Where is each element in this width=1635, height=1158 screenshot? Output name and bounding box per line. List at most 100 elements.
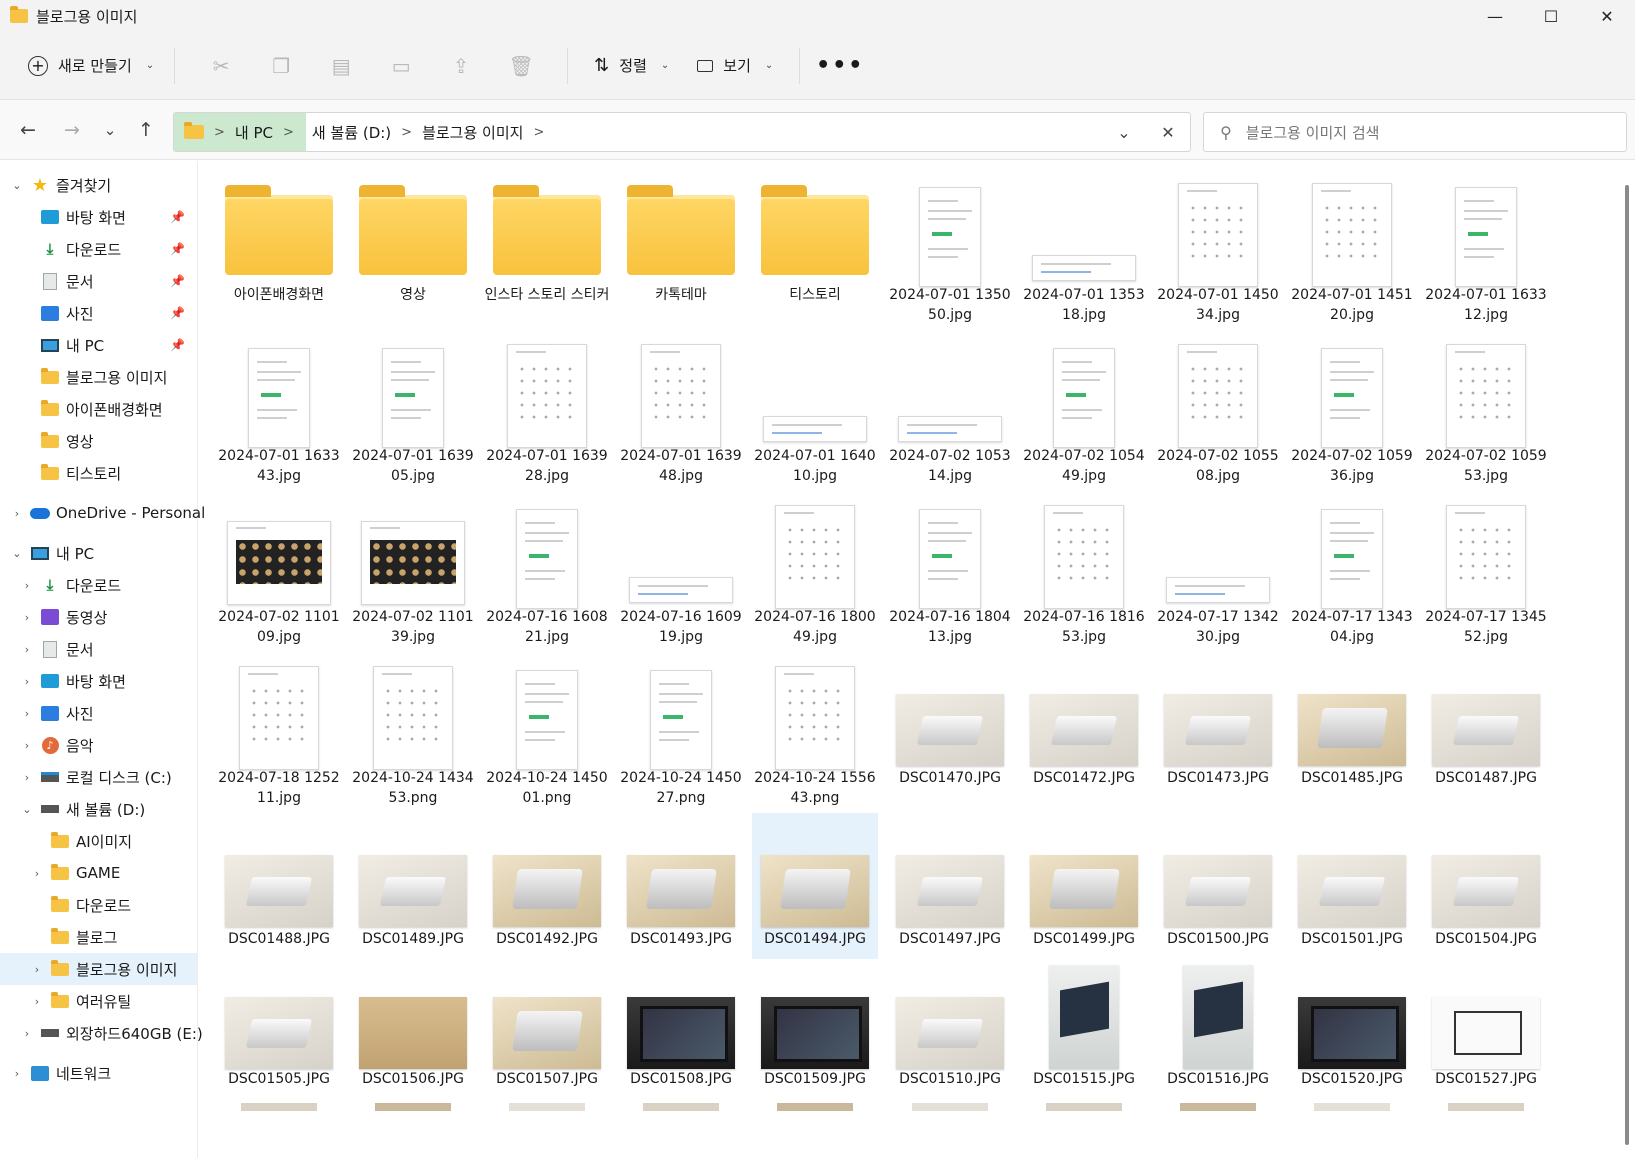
nav-quick-item[interactable]: ⤓ 다운로드 📌 [0, 233, 197, 265]
nav-d-item[interactable]: › 블로그용 이미지 [0, 953, 197, 985]
breadcrumb-current-folder[interactable]: 블로그용 이미지 [422, 122, 523, 143]
chevron-right-icon[interactable]: › [20, 739, 34, 752]
chevron-right-icon[interactable]: › [10, 1067, 24, 1080]
photo-thumbnail[interactable] [509, 1103, 585, 1111]
breadcrumb-this-pc[interactable]: 내 PC [235, 122, 273, 143]
minimize-button[interactable]: — [1467, 0, 1523, 32]
chevron-right-icon[interactable]: › [30, 963, 44, 976]
chevron-right-icon[interactable]: › [20, 579, 34, 592]
search-input[interactable]: ⚲ 블로그용 이미지 검색 [1203, 112, 1627, 152]
file-item[interactable]: DSC01489.JPG [350, 813, 476, 959]
chevron-right-icon[interactable]: › [10, 507, 24, 520]
photo-thumbnail[interactable] [1314, 1103, 1390, 1111]
nav-quick-item[interactable]: 내 PC 📌 [0, 329, 197, 361]
chevron-right-icon[interactable]: › [20, 771, 34, 784]
maximize-button[interactable]: ☐ [1523, 0, 1579, 32]
scrollbar[interactable] [1619, 161, 1635, 1158]
file-item[interactable]: 2024-07-18 1252 11.jpg [216, 652, 342, 806]
nav-onedrive[interactable]: › OneDrive - Personal [0, 497, 205, 529]
nav-pc-item[interactable]: › 사진 [0, 697, 197, 729]
forward-button[interactable]: → [56, 114, 88, 146]
sort-button[interactable]: ⇅ 정렬 ⌄ [584, 46, 679, 86]
file-item[interactable]: 2024-07-01 1633 12.jpg [1423, 169, 1549, 323]
chevron-right-icon[interactable]: › [30, 867, 44, 880]
view-button[interactable]: 보기 ⌄ [687, 46, 783, 86]
folder-item[interactable]: 아이폰배경화면 [216, 169, 342, 315]
nav-pc-item[interactable]: › ⤓ 다운로드 [0, 569, 197, 601]
file-item[interactable]: 2024-07-16 1800 49.jpg [752, 491, 878, 645]
file-item[interactable]: DSC01508.JPG [618, 955, 744, 1087]
nav-network[interactable]: › 네트워크 [0, 1057, 197, 1089]
share-button[interactable]: ⇪ [431, 46, 491, 86]
file-item[interactable]: 2024-07-02 1053 14.jpg [887, 330, 1013, 484]
photo-thumbnail[interactable] [241, 1103, 317, 1111]
nav-quick-item[interactable]: 바탕 화면 📌 [0, 201, 197, 233]
new-button[interactable]: + 새로 만들기 ⌄ [24, 46, 158, 86]
photo-thumbnail[interactable] [643, 1103, 719, 1111]
folder-item[interactable]: 영상 [350, 169, 476, 315]
file-item[interactable]: 2024-07-01 1640 10.jpg [752, 330, 878, 484]
rename-button[interactable]: ▭ [371, 46, 431, 86]
file-item[interactable]: DSC01493.JPG [618, 813, 744, 959]
photo-thumbnail[interactable] [777, 1103, 853, 1111]
nav-quick-item[interactable]: 블로그용 이미지 [0, 361, 197, 393]
file-item[interactable]: DSC01515.JPG [1021, 955, 1147, 1087]
file-item[interactable]: DSC01501.JPG [1289, 813, 1415, 959]
file-item[interactable]: 2024-07-02 1059 36.jpg [1289, 330, 1415, 484]
file-item[interactable]: DSC01472.JPG [1021, 652, 1147, 798]
file-item[interactable]: 2024-10-24 1434 53.png [350, 652, 476, 806]
nav-this-pc[interactable]: ⌄ 내 PC [0, 537, 197, 569]
nav-pc-item[interactable]: › 바탕 화면 [0, 665, 197, 697]
file-item[interactable]: 2024-07-01 1451 20.jpg [1289, 169, 1415, 323]
chevron-right-icon[interactable]: › [20, 1027, 34, 1040]
file-item[interactable]: DSC01473.JPG [1155, 652, 1281, 798]
chevron-right-icon[interactable]: › [20, 707, 34, 720]
folder-item[interactable]: 인스타 스토리 스티커 [484, 169, 610, 315]
nav-d-item[interactable]: 다운로드 [0, 889, 197, 921]
file-item[interactable]: 2024-10-24 1450 01.png [484, 652, 610, 806]
file-item[interactable]: DSC01497.JPG [887, 813, 1013, 959]
folder-item[interactable]: 카톡테마 [618, 169, 744, 315]
photo-thumbnail[interactable] [1180, 1103, 1256, 1111]
file-item[interactable]: DSC01506.JPG [350, 955, 476, 1087]
file-item[interactable]: 2024-07-02 1101 09.jpg [216, 491, 342, 645]
chevron-right-icon[interactable]: › [20, 675, 34, 688]
chevron-right-icon[interactable]: › [30, 995, 44, 1008]
file-item[interactable]: 2024-07-16 1816 53.jpg [1021, 491, 1147, 645]
chevron-down-icon[interactable]: ⌄ [10, 547, 24, 560]
nav-quick-item[interactable]: 아이폰배경화면 [0, 393, 197, 425]
delete-button[interactable]: 🗑 [491, 46, 551, 86]
file-item[interactable]: 2024-07-02 1054 49.jpg [1021, 330, 1147, 484]
file-item[interactable]: 2024-07-17 1342 30.jpg [1155, 491, 1281, 645]
file-item[interactable]: 2024-07-16 1804 13.jpg [887, 491, 1013, 645]
file-item[interactable]: 2024-10-24 1450 27.png [618, 652, 744, 806]
nav-pc-item[interactable]: › 로컬 디스크 (C:) [0, 761, 197, 793]
file-item[interactable]: 2024-07-16 1609 19.jpg [618, 491, 744, 645]
chevron-right-icon[interactable]: › [20, 611, 34, 624]
file-item[interactable]: DSC01504.JPG [1423, 813, 1549, 959]
nav-quick-item[interactable]: 사진 📌 [0, 297, 197, 329]
paste-button[interactable]: ▤ [311, 46, 371, 86]
file-item[interactable]: DSC01507.JPG [484, 955, 610, 1087]
file-item[interactable]: DSC01509.JPG [752, 955, 878, 1087]
nav-quick-item[interactable]: 문서 📌 [0, 265, 197, 297]
clear-address-button[interactable]: ✕ [1146, 123, 1190, 142]
file-item[interactable]: DSC01505.JPG [216, 955, 342, 1087]
file-item[interactable]: 2024-07-01 1639 28.jpg [484, 330, 610, 484]
nav-pc-item[interactable]: › 동영상 [0, 601, 197, 633]
copy-button[interactable]: ❐ [251, 46, 311, 86]
file-item[interactable]: DSC01527.JPG [1423, 955, 1549, 1087]
file-item[interactable]: DSC01492.JPG [484, 813, 610, 959]
file-item[interactable]: 2024-07-01 1350 50.jpg [887, 169, 1013, 323]
chevron-down-icon[interactable]: ⌄ [20, 803, 34, 816]
photo-thumbnail[interactable] [912, 1103, 988, 1111]
photo-thumbnail[interactable] [1448, 1103, 1524, 1111]
back-button[interactable]: ← [12, 114, 44, 146]
recent-locations-button[interactable]: ⌄ [94, 114, 126, 146]
file-item[interactable]: DSC01516.JPG [1155, 955, 1281, 1087]
nav-quick-access[interactable]: ⌄ ★ 즐겨찾기 [0, 169, 197, 201]
file-item[interactable]: DSC01494.JPG [752, 813, 878, 959]
file-item[interactable]: DSC01510.JPG [887, 955, 1013, 1087]
file-item[interactable]: 2024-07-01 1450 34.jpg [1155, 169, 1281, 323]
breadcrumb-home[interactable]: > 내 PC > [174, 113, 306, 151]
